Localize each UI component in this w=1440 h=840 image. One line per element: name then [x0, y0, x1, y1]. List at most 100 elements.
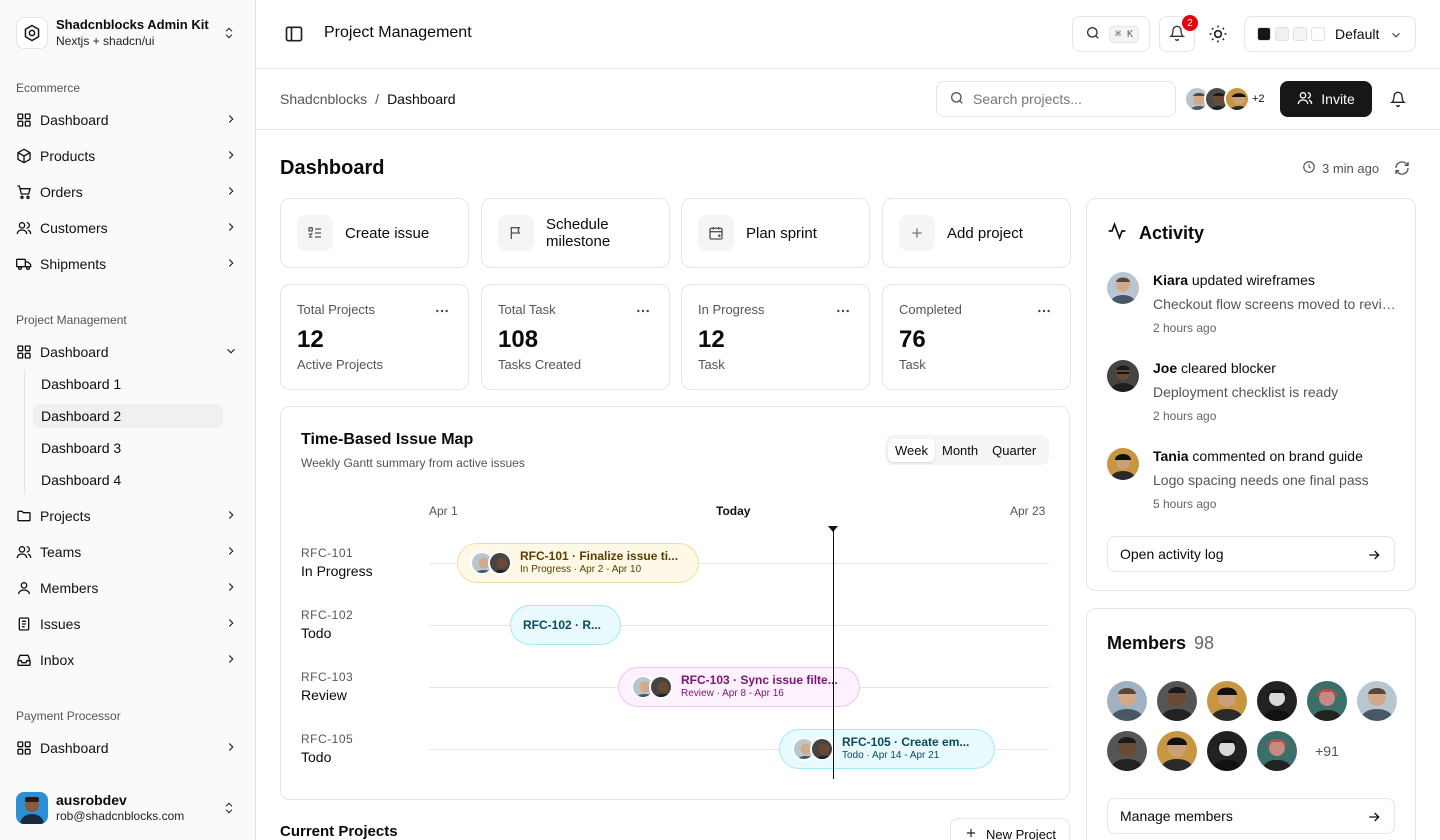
add-project-button[interactable]: Add project — [882, 198, 1071, 268]
theme-select[interactable]: Default — [1244, 16, 1416, 52]
sidebar-item-orders[interactable]: Orders — [16, 180, 240, 204]
search-input[interactable] — [973, 91, 1163, 107]
package-icon — [16, 148, 32, 164]
avatar[interactable] — [1307, 681, 1347, 721]
search-icon — [949, 90, 965, 109]
calendar-plus-icon — [698, 215, 734, 251]
avatar[interactable] — [1207, 731, 1247, 771]
avatar[interactable] — [1157, 681, 1197, 721]
gantt-bar-title: RFC-102 · R... — [523, 618, 602, 632]
gantt-bar-rfc-102[interactable]: RFC-102 · R... — [510, 605, 621, 645]
avatar[interactable] — [1207, 681, 1247, 721]
clock-icon — [1302, 160, 1316, 177]
sidebar-subitem-dashboard-4[interactable]: Dashboard 4 — [33, 468, 223, 492]
sidebar-item-label: Issues — [40, 616, 81, 632]
chevron-right-icon — [224, 220, 238, 237]
sidebar-subitem-dashboard-1[interactable]: Dashboard 1 — [33, 372, 223, 396]
avatar[interactable] — [1257, 731, 1297, 771]
gantt-bar-rfc-105[interactable]: RFC-105 · Create em... Todo · Apr 14 - A… — [779, 729, 995, 769]
theme-swatch — [1293, 27, 1307, 41]
user-menu[interactable]: ausrobdev rob@shadcnblocks.com — [16, 792, 240, 824]
stat-card-in-progress: In Progress 12 Task — [681, 284, 870, 390]
sidebar-item-projects[interactable]: Projects — [16, 504, 240, 528]
sidebar-subitem-dashboard-3[interactable]: Dashboard 3 — [33, 436, 223, 460]
sidebar-item-products[interactable]: Products — [16, 144, 240, 168]
plan-sprint-button[interactable]: Plan sprint — [681, 198, 870, 268]
gantt-bar-rfc-103[interactable]: RFC-103 · Sync issue filte... Review · A… — [618, 667, 860, 707]
gantt-row-status: Todo — [301, 749, 332, 765]
range-week[interactable]: Week — [888, 438, 935, 462]
schedule-milestone-button[interactable]: Schedule milestone — [481, 198, 670, 268]
gantt-bar-rfc-101[interactable]: RFC-101 · Finalize issue ti... In Progre… — [457, 543, 699, 583]
user-icon — [16, 580, 32, 596]
member-avatar-stack[interactable]: +2 — [1184, 86, 1265, 112]
sidebar-item-shipments[interactable]: Shipments — [16, 252, 240, 276]
panel-left-icon[interactable] — [284, 24, 304, 47]
sidebar-item-pm-dashboard[interactable]: Dashboard — [16, 340, 240, 364]
axis-start-label: Apr 1 — [429, 504, 458, 518]
activity-detail: Checkout flow screens moved to review — [1153, 296, 1397, 312]
avatar[interactable] — [1157, 731, 1197, 771]
invite-button[interactable]: Invite — [1280, 81, 1372, 117]
today-marker — [828, 526, 838, 532]
more-horizontal-icon[interactable] — [635, 303, 651, 322]
brand-switcher[interactable]: Shadcnblocks Admin Kit Nextjs + shadcn/u… — [16, 16, 240, 50]
breadcrumb-current: Dashboard — [387, 91, 456, 107]
stat-subtext: Tasks Created — [498, 357, 582, 372]
avatar[interactable] — [1257, 681, 1297, 721]
user-email: rob@shadcnblocks.com — [56, 809, 185, 823]
gantt-row-id: RFC-101 — [301, 546, 354, 560]
more-horizontal-icon[interactable] — [434, 303, 450, 322]
notifications-button[interactable]: 2 — [1159, 15, 1198, 52]
folder-icon — [16, 508, 32, 524]
avatar[interactable] — [1357, 681, 1397, 721]
arrow-right-icon — [1366, 547, 1382, 566]
new-project-button[interactable]: New Project — [950, 818, 1070, 840]
brand-title: Shadcnblocks Admin Kit — [56, 17, 209, 32]
sidebar-item-inbox[interactable]: Inbox — [16, 648, 240, 672]
open-activity-log-label: Open activity log — [1120, 546, 1224, 562]
command-search-button[interactable]: ⌘ K — [1072, 16, 1150, 52]
sidebar-item-payment-dashboard[interactable]: Dashboard — [16, 736, 240, 760]
activity-user: Joe — [1153, 360, 1178, 376]
sidebar-item-ecommerce-dashboard[interactable]: Dashboard — [16, 108, 240, 132]
sun-icon[interactable] — [1208, 24, 1228, 47]
layout-grid-icon — [16, 112, 32, 128]
axis-end-label: Apr 23 — [1010, 504, 1046, 518]
breadcrumb-root[interactable]: Shadcnblocks — [280, 91, 367, 107]
list-checks-icon — [297, 215, 333, 251]
more-horizontal-icon[interactable] — [835, 303, 851, 322]
dashboard-title: Dashboard — [280, 157, 385, 179]
users-icon — [16, 220, 32, 236]
open-activity-log-button[interactable]: Open activity log — [1107, 536, 1395, 572]
truck-icon — [16, 256, 32, 272]
gantt-row-status: Review — [301, 687, 347, 703]
sidebar-item-label: Orders — [40, 184, 83, 200]
sidebar-item-customers[interactable]: Customers — [16, 216, 240, 240]
manage-members-button[interactable]: Manage members — [1107, 798, 1395, 834]
sidebar-subitem-dashboard-2[interactable]: Dashboard 2 — [33, 404, 223, 428]
stat-label: Total Task — [498, 302, 556, 317]
avatar[interactable] — [1107, 681, 1147, 721]
more-members-count[interactable]: +91 — [1307, 731, 1347, 771]
avatar[interactable] — [1107, 731, 1147, 771]
sidebar-item-members[interactable]: Members — [16, 576, 240, 600]
sidebar-item-label: Products — [40, 148, 96, 164]
sidebar-item-label: Shipments — [40, 256, 107, 272]
activity-time: 2 hours ago — [1153, 321, 1217, 335]
bell-icon[interactable] — [1389, 91, 1407, 110]
more-horizontal-icon[interactable] — [1036, 303, 1052, 322]
sidebar-item-issues[interactable]: Issues — [16, 612, 240, 636]
brand-subtitle: Nextjs + shadcn/ui — [56, 34, 155, 48]
users-icon — [1297, 90, 1313, 109]
activity-icon — [1107, 221, 1127, 246]
sidebar-item-teams[interactable]: Teams — [16, 540, 240, 564]
create-issue-button[interactable]: Create issue — [280, 198, 469, 268]
new-project-label: New Project — [985, 826, 1057, 840]
range-month[interactable]: Month — [935, 439, 985, 462]
activity-detail: Deployment checklist is ready — [1153, 384, 1339, 400]
refresh-icon[interactable] — [1394, 160, 1410, 179]
activity-time: 2 hours ago — [1153, 409, 1217, 423]
range-quarter[interactable]: Quarter — [985, 439, 1043, 462]
clipboard-list-icon — [16, 616, 32, 632]
